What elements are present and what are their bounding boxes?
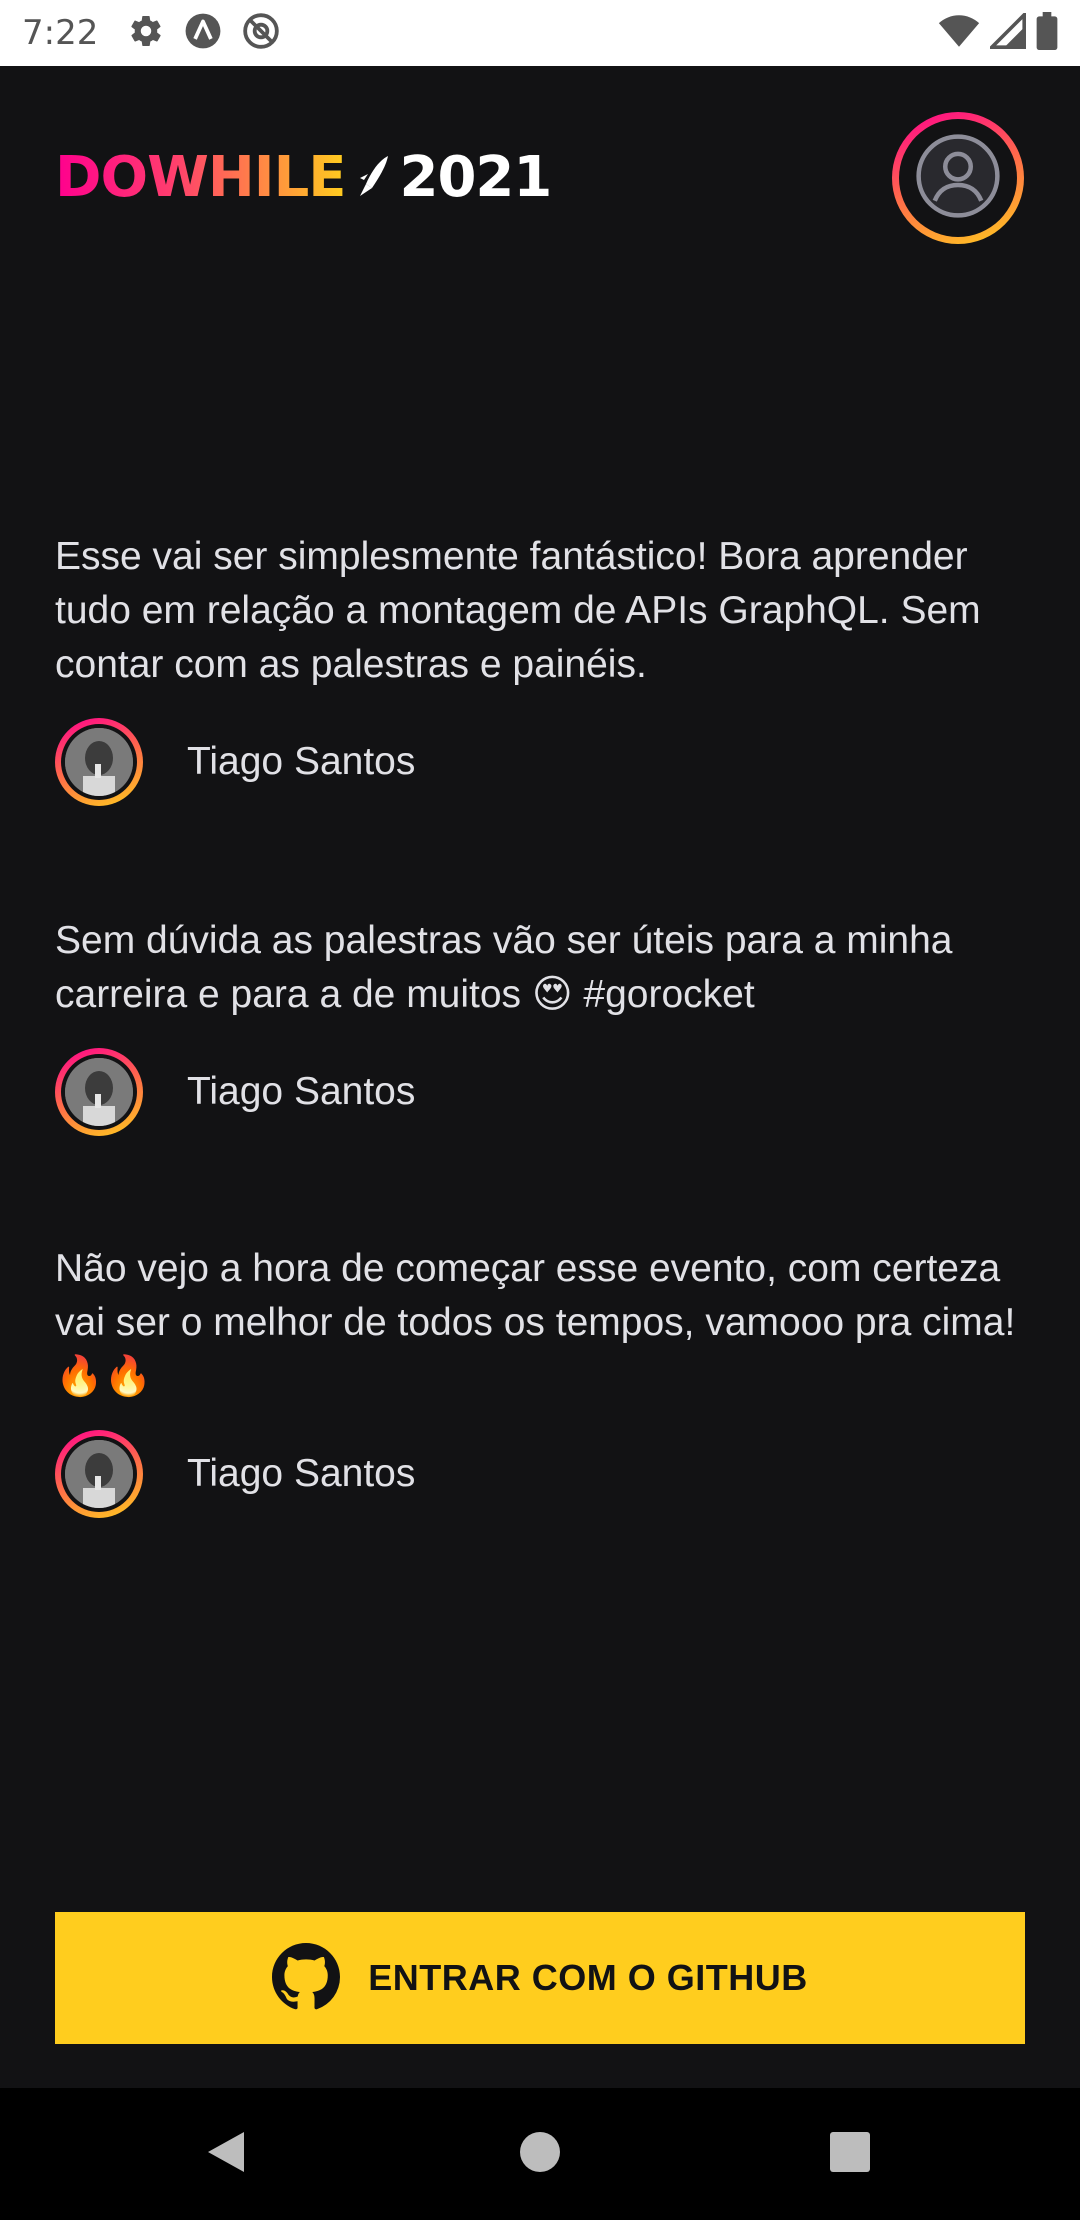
app-a-icon: [184, 12, 222, 55]
message-author: Tiago Santos: [55, 1430, 1030, 1518]
wifi-icon: [938, 13, 980, 54]
author-name: Tiago Santos: [187, 1070, 416, 1113]
rocket-icon: [358, 154, 392, 203]
recents-icon: [829, 2131, 871, 2178]
logo-text: DOWHILE: [55, 145, 346, 210]
system-nav-bar: [0, 2088, 1080, 2220]
home-icon: [518, 2130, 562, 2179]
avatar-photo: [65, 1440, 133, 1508]
message-author: Tiago Santos: [55, 1048, 1030, 1136]
status-bar: 7:22: [0, 0, 1080, 66]
avatar: [55, 1048, 143, 1136]
message-item: Esse vai ser simplesmente fantástico! Bo…: [55, 530, 1030, 806]
login-button-label: ENTRAR COM O GITHUB: [368, 1957, 808, 1998]
nav-back-button[interactable]: [146, 2088, 306, 2220]
avatar-photo: [65, 1058, 133, 1126]
message-text: Sem dúvida as palestras vão ser úteis pa…: [55, 919, 953, 1016]
message-author: Tiago Santos: [55, 718, 1030, 806]
login-github-button[interactable]: ENTRAR COM O GITHUB: [55, 1912, 1025, 2044]
user-circle-icon: [913, 131, 1003, 226]
profile-button[interactable]: [892, 112, 1024, 244]
app-screen: 7:22 DOWHILE 2021 Esse vai ser simplesme…: [0, 0, 1080, 2220]
author-name: Tiago Santos: [187, 740, 416, 783]
profile-avatar-frame: [899, 119, 1017, 237]
nav-recents-button[interactable]: [770, 2088, 930, 2220]
at-sign-icon: [242, 12, 280, 55]
status-icons-left: [128, 12, 280, 55]
message-text: Esse vai ser simplesmente fantástico! Bo…: [55, 535, 981, 686]
app-header: DOWHILE 2021: [0, 66, 1080, 296]
battery-icon: [1036, 11, 1058, 55]
message-text: Não vejo a hora de começar esse evento, …: [55, 1247, 1016, 1398]
signal-icon: [987, 9, 1026, 54]
back-icon: [204, 2128, 248, 2181]
message-item: Não vejo a hora de começar esse evento, …: [55, 1242, 1030, 1518]
avatar: [55, 718, 143, 806]
github-icon: [272, 1942, 341, 2014]
status-icons-right: [938, 9, 1058, 55]
author-name: Tiago Santos: [187, 1452, 416, 1495]
settings-icon: [128, 13, 164, 54]
avatar: [55, 1430, 143, 1518]
status-time: 7:22: [22, 13, 99, 53]
nav-home-button[interactable]: [460, 2088, 620, 2220]
message-item: Sem dúvida as palestras vão ser úteis pa…: [55, 914, 1030, 1136]
logo-year: 2021: [399, 145, 553, 210]
avatar-photo: [65, 728, 133, 796]
dowhile-logo: DOWHILE 2021: [55, 145, 553, 210]
